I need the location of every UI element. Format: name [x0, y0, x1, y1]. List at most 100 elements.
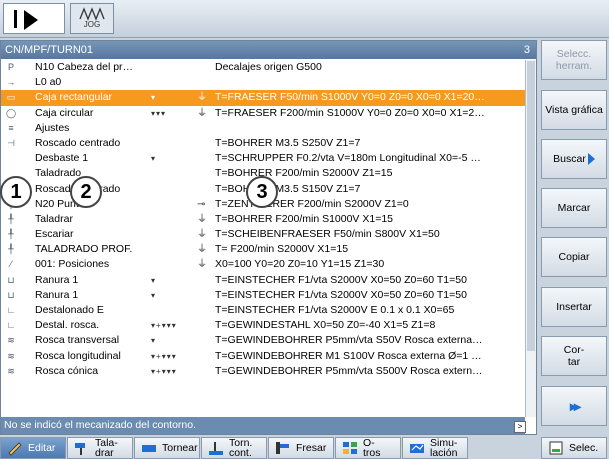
step-name: Escariar	[35, 228, 74, 241]
step-name: Rosca transversal	[35, 334, 120, 347]
step-tool-icon: ⏚	[197, 92, 207, 104]
jog-label: JOG	[83, 20, 101, 29]
program-step-row[interactable]: ⊔ Ranura 1 ▾ T=EINSTECHER F1/vta S2000V X0=…	[1, 273, 525, 288]
step-detail: T=SCHRUPPER F0.2/vta V=180m Longitudinal…	[215, 152, 481, 165]
program-step-row[interactable]: ⊔ Ranura 1 ▾ T=EINSTECHER F1/vta S2000V X0=…	[1, 288, 525, 303]
step-type-icon: ∟	[6, 305, 16, 315]
callout-2: 2	[70, 176, 102, 208]
step-type-icon: ⊔	[7, 289, 15, 300]
step-type-icon: ≡	[8, 122, 14, 133]
step-type-icon: →	[6, 77, 16, 88]
program-step-row[interactable]: ∟ Destal. rosca. ▾+▾▾▾ T=GEWINDESTAHL X0=50…	[1, 318, 525, 333]
jog-mode-icon[interactable]: JOG	[70, 3, 114, 34]
select-button[interactable]: Selec.	[541, 437, 607, 459]
step-type-icon: ◯	[5, 107, 17, 118]
program-arrow-icon[interactable]	[3, 3, 65, 34]
vertical-scrollbar[interactable]	[525, 60, 536, 417]
step-marker: ▾	[151, 275, 157, 285]
program-step-row[interactable]: ∟ Destalonado E T=EINSTECHER F1/vta S2000V…	[1, 303, 525, 318]
step-marker: ▾+▾▾▾	[151, 351, 177, 361]
scrollbar-thumb[interactable]	[527, 61, 535, 351]
program-step-row[interactable]: ≋ Rosca longitudinal ▾+▾▾▾ T=GEWINDEBOHRER …	[1, 349, 525, 364]
step-tool-icon: ⏚	[197, 259, 207, 271]
program-step-row[interactable]: ◯ Caja circular ▾▾▾ ⏚ T=FRAESER F200/min S10…	[1, 106, 525, 121]
step-name: L0 a0	[35, 76, 62, 89]
step-name: TALADRADO PROF.	[35, 243, 133, 256]
step-type-icon: ≋	[7, 365, 15, 376]
select-tool-button[interactable]: Selecc. herram.	[541, 40, 607, 80]
contour-turn-button[interactable]: Torn. cont.	[201, 437, 267, 459]
step-name: Ranura 1	[35, 288, 79, 301]
milling-icon	[276, 442, 289, 454]
more-button[interactable]: ▸▸	[541, 386, 607, 426]
drill-icon	[75, 443, 85, 455]
step-marker: ▾	[151, 290, 157, 300]
program-step-row[interactable]: ≋ Rosca transversal ▾ T=GEWINDEBOHRER P5mm/…	[1, 333, 525, 348]
step-type-icon: ≋	[7, 335, 15, 346]
turning-icon	[142, 445, 156, 452]
step-detail: T=FRAESER F50/min S1000V Y0=0 Z0=0 X0=0 …	[215, 91, 485, 104]
program-step-row[interactable]: Desbaste 1 ▾ T=SCHRUPPER F0.2/vta V=180m L…	[1, 151, 525, 166]
step-detail: T=EINSTECHER F1/vta S2000V X0=50 Z0=60 T…	[215, 288, 467, 301]
mill-button[interactable]: Fresar	[268, 437, 334, 459]
program-count: 3	[523, 44, 530, 56]
step-detail: T=BOHRER M3.5 S250V Z1=7	[215, 136, 361, 149]
step-tool-icon: ⊸	[197, 198, 206, 210]
program-path: CN/MPF/TURN01	[5, 44, 94, 56]
step-marker: ▾	[151, 336, 157, 346]
pencil-icon	[8, 442, 22, 456]
program-step-row[interactable]: ≡ Ajustes	[1, 121, 525, 136]
step-name: 001: Posiciones	[35, 258, 110, 271]
step-detail: X0=100 Y0=20 Z0=10 Y1=15 Z1=30	[215, 258, 385, 271]
step-detail: T=FRAESER F200/min S1000V Y0=0 Z0=0 X0=0…	[215, 106, 485, 119]
program-step-row[interactable]: ⊣ Roscado centrado T=BOHRER M3.5 S250V Z1=…	[1, 136, 525, 151]
drill-button[interactable]: Tala- drar	[67, 437, 133, 459]
step-marker: ▾+▾▾▾	[151, 366, 177, 376]
search-button[interactable]: Buscar	[541, 139, 607, 179]
others-grid-icon	[343, 442, 357, 454]
top-toolbar: JOG	[0, 0, 609, 38]
cut-button[interactable]: Cor- tar	[541, 336, 607, 376]
step-marker: ▾▾▾	[151, 108, 167, 118]
step-type-icon: P	[7, 62, 14, 72]
step-name: Destalonado E	[35, 304, 104, 316]
program-path-header: CN/MPF/TURN01 3	[1, 41, 536, 59]
graphic-view-button[interactable]: Vista gráfica	[541, 90, 607, 130]
program-step-row[interactable]: P N10 Cabeza del pr… Decalajes origen G500	[1, 60, 525, 75]
edit-button[interactable]: Editar	[0, 437, 66, 459]
step-name: N10 Cabeza del pr…	[35, 61, 134, 73]
step-name: Caja rectangular	[35, 91, 113, 104]
simulation-button[interactable]: Simu- lación	[402, 437, 468, 459]
copy-button[interactable]: Copiar	[541, 237, 607, 277]
mark-button[interactable]: Marcar	[541, 188, 607, 228]
program-step-row[interactable]: ≋ Rosca cónica ▾+▾▾▾ T=GEWINDEBOHRER P5mm/v…	[1, 364, 525, 379]
step-detail: T=GEWINDEBOHRER M1 S100V Rosca externa Ø…	[215, 349, 482, 362]
program-panel: CN/MPF/TURN01 3 P N10 Cabeza del pr… Decal…	[0, 40, 537, 435]
step-type-icon: ╀	[8, 229, 14, 240]
step-detail: T=GEWINDEBOHRER P5mm/vta S500V Rosca ext…	[215, 364, 483, 377]
status-arrow-icon[interactable]: >	[514, 421, 526, 433]
program-step-row[interactable]: ╀ Taladrar ⏚ T=BOHRER F200/min S1000V X1=15	[1, 212, 525, 227]
step-name: Rosca longitudinal	[35, 349, 121, 362]
step-name: Caja circular	[35, 106, 94, 119]
insert-button[interactable]: Insertar	[541, 287, 607, 327]
program-step-list: P N10 Cabeza del pr… Decalajes origen G500…	[1, 60, 525, 379]
step-detail: Decalajes origen G500	[215, 61, 322, 73]
callout-1: 1	[0, 176, 32, 208]
simulation-icon	[410, 444, 424, 453]
step-name: Ranura 1	[35, 273, 79, 286]
step-detail: T=EINSTECHER F1/vta S2000V X0=50 Z0=60 T…	[215, 273, 467, 286]
others-button[interactable]: O- tros	[335, 437, 401, 459]
program-step-row[interactable]: → L0 a0	[1, 75, 525, 90]
program-step-row[interactable]: ▭ Caja rectangular ▾ ⏚ T=FRAESER F50/min S10…	[1, 90, 525, 106]
step-type-icon: ⊣	[7, 137, 15, 148]
step-detail: T=GEWINDESTAHL X0=50 Z0=-40 X1=5 Z1=8	[215, 319, 436, 332]
status-line: No se indicó el mecanizado del contorno.	[1, 417, 525, 434]
select-icon	[549, 441, 563, 455]
program-step-row[interactable]: ╀ Escariar ⏚ T=SCHEIBENFRAESER F50/min S800…	[1, 227, 525, 242]
step-detail: T= F200/min S2000V X1=15	[215, 243, 349, 256]
program-step-row[interactable]: ⁄ 001: Posiciones ⏚ X0=100 Y0=20 Z0=10 Y1=1…	[1, 257, 525, 272]
program-step-row[interactable]: ╀ TALADRADO PROF. ⏚ T= F200/min S2000V X1=1…	[1, 242, 525, 257]
turn-button[interactable]: Tornear	[134, 437, 200, 459]
step-detail: T=GEWINDEBOHRER P5mm/vta S50V Rosca exte…	[215, 334, 483, 347]
